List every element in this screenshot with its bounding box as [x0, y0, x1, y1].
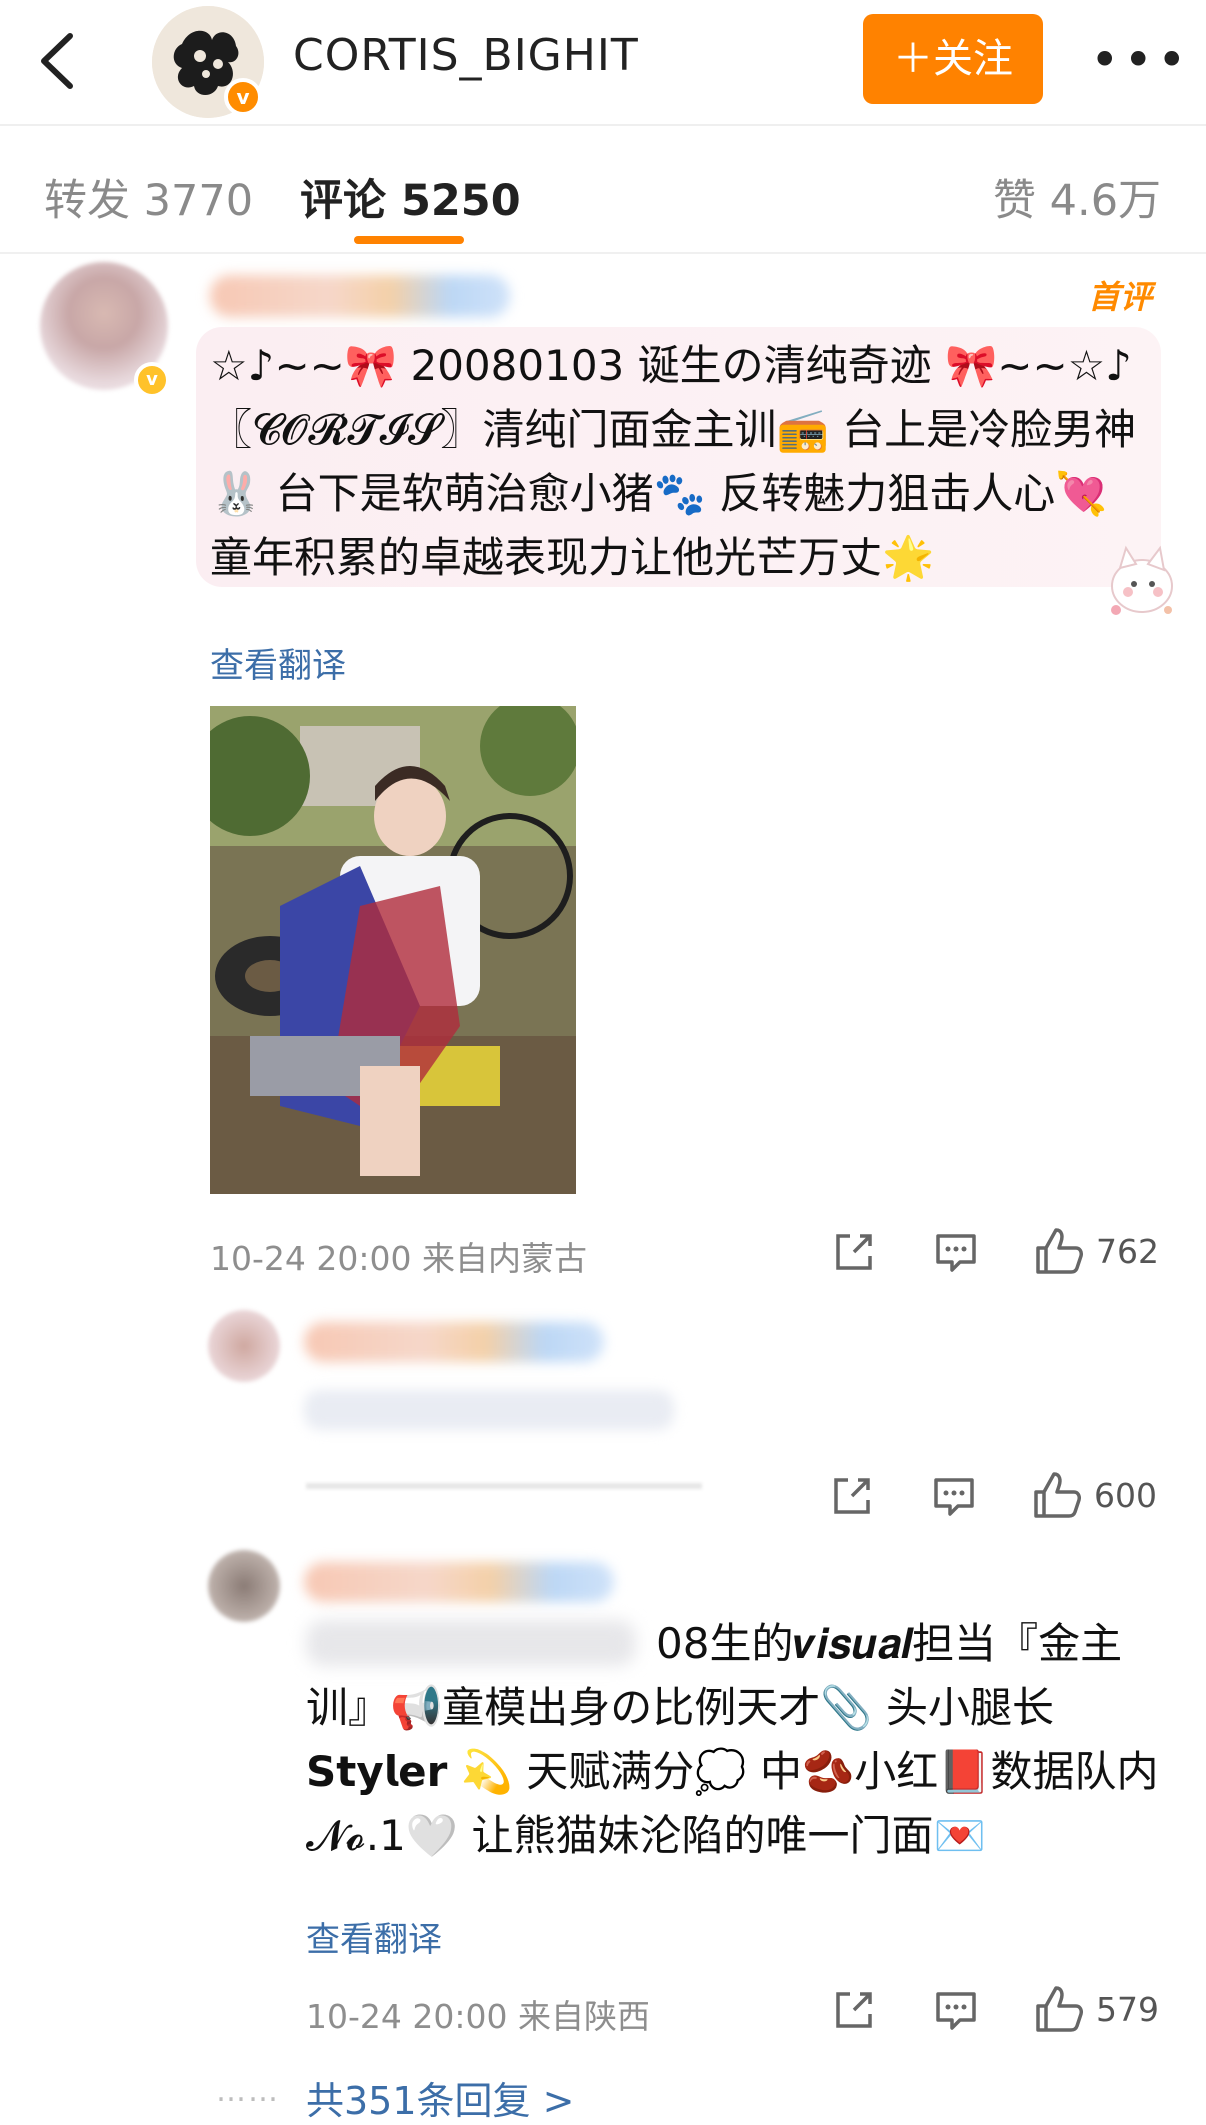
reply-name-blurred[interactable]	[304, 1562, 614, 1602]
reply-timestamp-location: 10-24 20:00 来自陕西	[306, 1997, 650, 2036]
share-icon[interactable]	[830, 1228, 878, 1276]
reply-name-blurred[interactable]	[304, 1322, 604, 1362]
comment-text: ☆♪~~🎀 20080103 诞生の清纯奇迹 🎀~~☆♪ 〖𝓒𝓞𝓡𝓣𝓘𝓢〗清纯门…	[210, 341, 1137, 582]
like-count: 600	[1094, 1476, 1157, 1515]
top-bar: v CORTIS_BIGHIT ＋关注 •••	[0, 0, 1206, 126]
more-options-icon[interactable]: •••	[1090, 35, 1186, 85]
active-tab-indicator	[354, 236, 464, 244]
tab-like[interactable]: 赞 4.6万	[993, 166, 1161, 228]
like-thumb-icon[interactable]	[1032, 1984, 1083, 2032]
reply-avatar[interactable]	[208, 1550, 280, 1622]
reply-divider	[306, 1483, 702, 1489]
back-arrow-icon[interactable]	[28, 26, 88, 96]
tab-repost[interactable]: 转发 3770	[44, 166, 253, 228]
cat-sticker-icon	[1102, 538, 1180, 618]
view-translation-link[interactable]: 查看翻译	[210, 638, 346, 687]
reply-avatar[interactable]	[208, 1310, 280, 1382]
reply-text-blurred	[304, 1390, 674, 1430]
tab-bar: 转发 3770 评论 5250 赞 4.6万	[0, 126, 1206, 254]
comment-icon[interactable]	[932, 1228, 980, 1276]
share-icon[interactable]	[828, 1472, 876, 1520]
commenter-name-blurred[interactable]	[210, 275, 510, 317]
tab-comment[interactable]: 评论 5250	[300, 166, 521, 228]
like-count: 762	[1096, 1232, 1159, 1271]
account-name[interactable]: CORTIS_BIGHIT	[293, 30, 639, 81]
verified-badge-icon: v	[134, 362, 170, 398]
like-count: 579	[1096, 1990, 1159, 2029]
comment-timestamp-location: 10-24 20:00 来自内蒙古	[210, 1239, 587, 1278]
view-translation-link[interactable]: 查看翻译	[306, 1912, 442, 1961]
more-replies-dots: ……	[216, 2074, 280, 2109]
like-thumb-icon[interactable]	[1030, 1470, 1081, 1518]
like-thumb-icon[interactable]	[1032, 1226, 1083, 1274]
follow-button[interactable]: ＋关注	[863, 14, 1043, 104]
view-all-replies-link[interactable]: 共351条回复 >	[306, 2070, 574, 2125]
verified-badge-icon: v	[224, 78, 262, 116]
share-icon[interactable]	[830, 1986, 878, 2034]
comment-photo[interactable]	[210, 706, 576, 1194]
comment-icon[interactable]	[930, 1472, 978, 1520]
first-comment-badge: 首评	[1088, 278, 1153, 316]
reply-text: 08生的𝒗𝒊𝒔𝒖𝒂𝒍担当『金主训』📢童模出身の比例天才📎 头小腿长𝗦𝘁𝘆𝗹𝗲𝗿 …	[306, 1619, 1159, 1860]
account-avatar[interactable]: v	[152, 6, 264, 118]
comment-icon[interactable]	[932, 1986, 980, 2034]
